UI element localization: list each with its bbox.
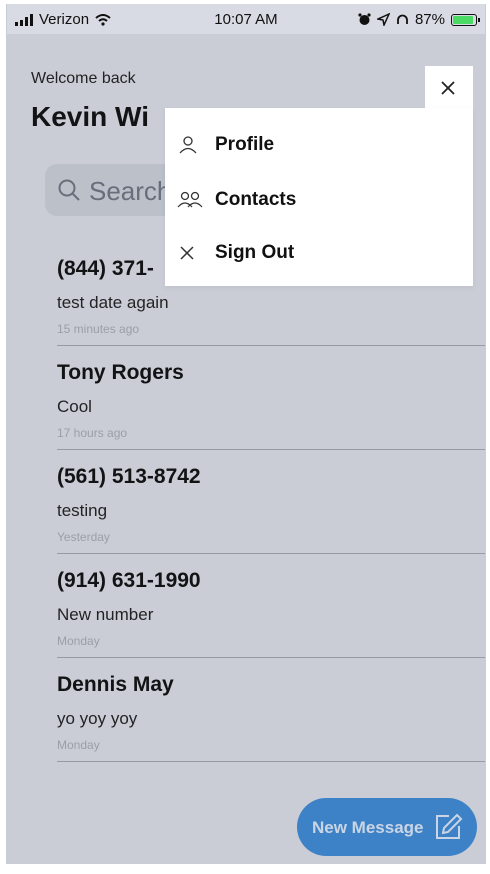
menu-item-profile[interactable]: Profile [165,120,473,170]
person-icon [179,136,197,154]
status-right: 87% [358,11,480,28]
status-bar: Verizon 10:07 AM 87% [7,4,485,34]
people-icon [177,191,203,208]
location-icon [376,13,390,26]
battery-icon [451,13,480,26]
menu-item-label: Contacts [215,189,297,210]
menu-item-contacts[interactable]: Contacts [165,175,473,225]
headphones-icon [397,14,408,24]
app-screen: Verizon 10:07 AM 87% Welcome back Kevin … [6,4,486,864]
dropdown-menu: Profile Contacts Sign Out [165,108,473,286]
battery-percent: 87% [414,11,445,28]
close-icon [441,81,455,95]
menu-item-label: Sign Out [215,242,295,263]
close-menu-button[interactable] [425,66,473,112]
alarm-icon [358,13,371,25]
menu-item-label: Profile [215,134,275,155]
menu-item-sign-out[interactable]: Sign Out [165,228,473,278]
close-icon [180,246,194,260]
